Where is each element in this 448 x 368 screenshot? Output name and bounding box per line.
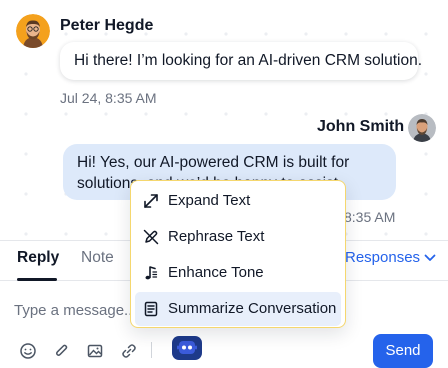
menu-item-rephrase-text[interactable]: Rephrase Text — [135, 220, 341, 254]
responses-label: Responses — [345, 249, 421, 266]
outgoing-timestamp: 8:35 AM — [344, 209, 396, 225]
tab-active-indicator — [17, 278, 57, 281]
menu-item-summarize-conversation[interactable]: Summarize Conversation — [135, 292, 341, 326]
incoming-timestamp: Jul 24, 8:35 AM — [60, 90, 157, 106]
tab-reply[interactable]: Reply — [17, 249, 59, 267]
pen-slash-icon — [143, 229, 159, 245]
menu-item-label: Expand Text — [168, 192, 251, 209]
link-icon[interactable] — [120, 342, 138, 360]
expand-arrows-icon — [144, 194, 158, 208]
responses-dropdown[interactable]: Responses — [345, 249, 436, 266]
menu-item-label: Enhance Tone — [168, 264, 264, 281]
ai-assistant-button[interactable] — [172, 336, 202, 360]
music-note-icon — [145, 266, 158, 280]
attachment-icon[interactable] — [53, 342, 71, 360]
document-list-icon — [144, 301, 158, 317]
tab-note[interactable]: Note — [81, 249, 114, 267]
menu-item-label: Rephrase Text — [168, 228, 265, 245]
incoming-sender-name: Peter Hegde — [60, 17, 154, 34]
message-input[interactable] — [14, 296, 134, 324]
ai-assistant-icon — [177, 341, 197, 354]
ai-actions-menu: Expand Text Rephrase Text Enhance Tone S… — [130, 180, 346, 328]
emoji-icon[interactable] — [19, 342, 37, 360]
chevron-down-icon — [424, 254, 436, 261]
menu-item-expand-text[interactable]: Expand Text — [135, 184, 341, 218]
toolbar-separator — [151, 342, 152, 358]
peter-avatar — [16, 14, 50, 48]
menu-item-enhance-tone[interactable]: Enhance Tone — [135, 256, 341, 290]
outgoing-sender-name: John Smith — [317, 118, 405, 135]
send-button[interactable]: Send — [373, 334, 433, 368]
image-icon[interactable] — [86, 342, 104, 360]
john-avatar — [408, 114, 436, 142]
menu-item-label: Summarize Conversation — [168, 300, 337, 317]
incoming-message-bubble: Hi there! I’m looking for an AI-driven C… — [60, 42, 422, 80]
